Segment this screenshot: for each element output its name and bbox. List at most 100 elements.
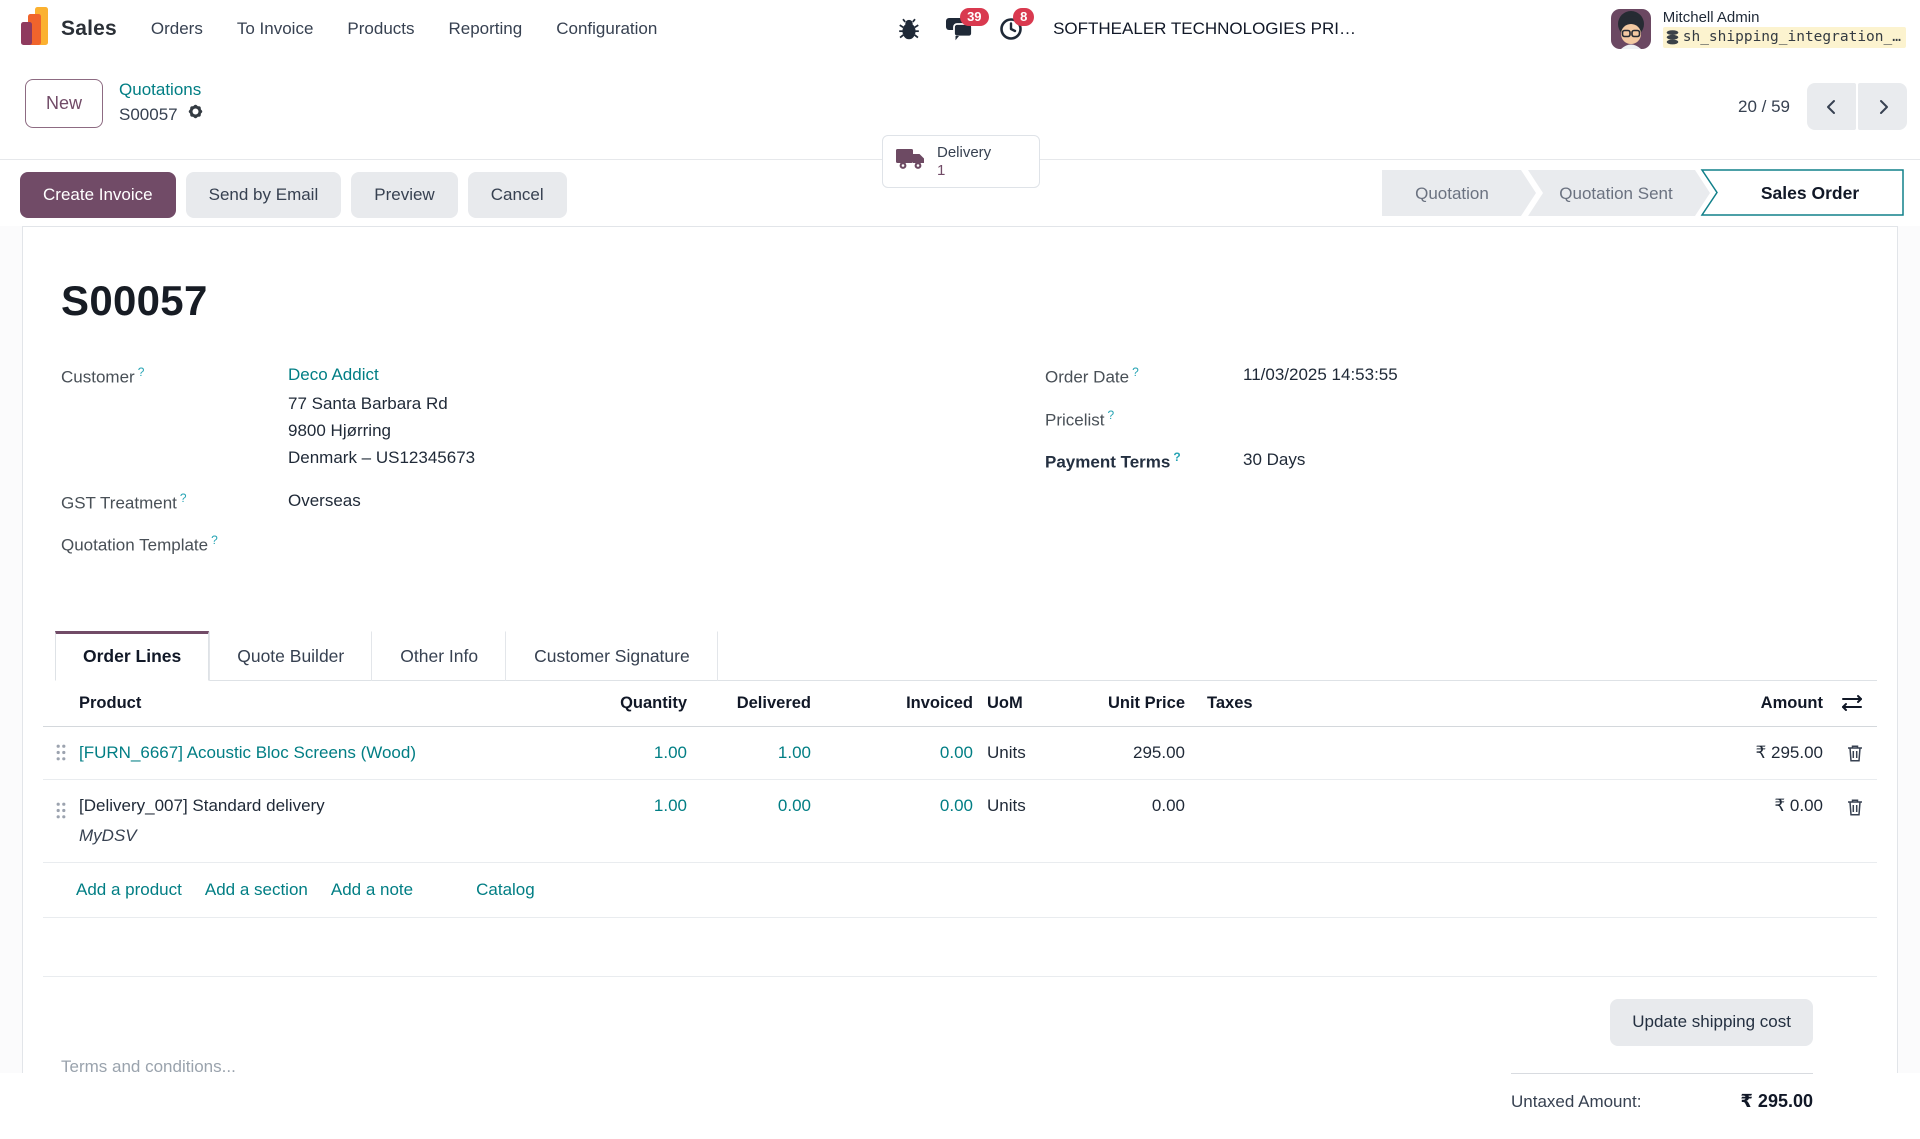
- pager-next-button[interactable]: [1858, 83, 1907, 130]
- col-amount[interactable]: Amount: [1475, 681, 1823, 726]
- tab-customer-signature[interactable]: Customer Signature: [506, 631, 718, 681]
- help-marker: ?: [1132, 365, 1139, 379]
- menu-reporting[interactable]: Reporting: [449, 19, 523, 39]
- unit-price-cell[interactable]: 295.00: [1045, 727, 1185, 779]
- statusbar-label-sales-order[interactable]: Sales Order: [1761, 183, 1859, 203]
- uom-cell[interactable]: Units: [973, 727, 1045, 779]
- chevron-left-icon: [1824, 99, 1840, 115]
- debug-bug-icon[interactable]: [898, 17, 920, 41]
- payment-terms-value[interactable]: 30 Days: [1243, 450, 1859, 473]
- right-field-group: Order Date? 11/03/2025 14:53:55 Pricelis…: [1045, 365, 1859, 576]
- delivery-smart-button[interactable]: Delivery 1: [882, 135, 1040, 188]
- app-name[interactable]: Sales: [61, 17, 117, 41]
- product-description[interactable]: MyDSV: [79, 826, 569, 846]
- sales-order-form: S00057 Customer? Deco Addict 77 Santa Ba…: [22, 226, 1898, 1073]
- quantity-cell[interactable]: 1.00: [569, 780, 687, 832]
- database-icon: [1666, 30, 1679, 45]
- add-a-product-link[interactable]: Add a product: [76, 880, 182, 900]
- pager-previous-button[interactable]: [1807, 83, 1856, 130]
- drag-handle-icon[interactable]: [43, 744, 79, 761]
- main-menu: Orders To Invoice Products Reporting Con…: [151, 19, 657, 39]
- gear-icon[interactable]: [186, 102, 205, 128]
- help-marker: ?: [1173, 450, 1180, 464]
- drag-handle-icon[interactable]: [43, 780, 79, 819]
- col-delivered[interactable]: Delivered: [687, 681, 811, 726]
- order-line-row[interactable]: [FURN_6667] Acoustic Bloc Screens (Wood)…: [43, 727, 1877, 780]
- customer-value[interactable]: Deco Addict: [288, 365, 875, 388]
- quotation-template-value[interactable]: [288, 533, 875, 556]
- statusbar-label-quotation-sent[interactable]: Quotation Sent: [1559, 184, 1673, 203]
- activities-badge: 8: [1013, 8, 1034, 26]
- delete-line-icon[interactable]: [1823, 744, 1877, 762]
- col-uom[interactable]: UoM: [973, 681, 1045, 726]
- statusbar-label-quotation[interactable]: Quotation: [1415, 184, 1489, 203]
- sheet-background: S00057 Customer? Deco Addict 77 Santa Ba…: [0, 226, 1920, 1073]
- order-lines-table: Product Quantity Delivered Invoiced UoM …: [43, 681, 1877, 918]
- cancel-button[interactable]: Cancel: [468, 172, 567, 218]
- database-name: sh_shipping_integration_…: [1663, 27, 1906, 48]
- breadcrumb-quotations[interactable]: Quotations: [119, 79, 205, 102]
- uom-cell[interactable]: Units: [973, 780, 1045, 832]
- user-avatar[interactable]: [1611, 9, 1651, 49]
- totals-block: Untaxed Amount: ₹ 295.00: [1511, 1073, 1813, 1112]
- help-marker: ?: [180, 491, 187, 505]
- truck-icon: [895, 146, 927, 177]
- order-line-row[interactable]: [Delivery_007] Standard delivery MyDSV 1…: [43, 780, 1877, 863]
- create-invoice-button[interactable]: Create Invoice: [20, 172, 176, 218]
- delivered-cell[interactable]: 0.00: [687, 780, 811, 832]
- pricelist-value[interactable]: [1243, 408, 1859, 431]
- terms-and-conditions-placeholder[interactable]: Terms and conditions...: [61, 1057, 236, 1077]
- menu-configuration[interactable]: Configuration: [556, 19, 657, 39]
- pager-counter: 20 / 59: [1738, 97, 1790, 117]
- user-name: Mitchell Admin: [1663, 9, 1906, 28]
- preview-button[interactable]: Preview: [351, 172, 457, 218]
- quotation-template-label: Quotation Template?: [61, 533, 288, 556]
- add-a-section-link[interactable]: Add a section: [205, 880, 308, 900]
- address-line: Denmark – US12345673: [288, 444, 875, 471]
- invoiced-cell[interactable]: 0.00: [811, 727, 973, 779]
- product-name[interactable]: [Delivery_007] Standard delivery: [79, 796, 569, 816]
- order-date-value[interactable]: 11/03/2025 14:53:55: [1243, 365, 1859, 388]
- delete-line-icon[interactable]: [1823, 780, 1877, 816]
- send-by-email-button[interactable]: Send by Email: [186, 172, 342, 218]
- col-unit-price[interactable]: Unit Price: [1045, 681, 1185, 726]
- tab-quote-builder[interactable]: Quote Builder: [209, 631, 372, 681]
- product-cell[interactable]: [Delivery_007] Standard delivery MyDSV: [79, 780, 569, 862]
- taxes-cell[interactable]: [1185, 780, 1475, 812]
- delivered-cell[interactable]: 1.00: [687, 727, 811, 779]
- delivery-label: Delivery: [937, 144, 991, 161]
- menu-to-invoice[interactable]: To Invoice: [237, 19, 314, 39]
- menu-orders[interactable]: Orders: [151, 19, 203, 39]
- notebook-tabs: Order Lines Quote Builder Other Info Cus…: [55, 630, 1877, 681]
- company-switcher[interactable]: SOFTHEALER TECHNOLOGIES PRI…: [1053, 19, 1356, 39]
- taxes-cell[interactable]: [1185, 737, 1475, 769]
- col-product[interactable]: Product: [79, 681, 569, 726]
- col-quantity[interactable]: Quantity: [569, 681, 687, 726]
- update-shipping-cost-button[interactable]: Update shipping cost: [1610, 999, 1813, 1046]
- activities-clock-icon[interactable]: 8: [999, 17, 1023, 41]
- invoiced-cell[interactable]: 0.00: [811, 780, 973, 832]
- messages-icon[interactable]: 39: [946, 17, 973, 41]
- col-invoiced[interactable]: Invoiced: [811, 681, 973, 726]
- product-cell[interactable]: [FURN_6667] Acoustic Bloc Screens (Wood): [79, 727, 569, 779]
- app-brand[interactable]: Sales: [20, 5, 117, 52]
- address-line: 77 Santa Barbara Rd: [288, 390, 875, 417]
- optional-columns-icon[interactable]: [1823, 694, 1877, 712]
- catalog-link[interactable]: Catalog: [476, 880, 535, 900]
- order-date-label: Order Date?: [1045, 365, 1243, 388]
- untaxed-amount-label: Untaxed Amount:: [1511, 1092, 1641, 1112]
- tab-order-lines[interactable]: Order Lines: [55, 631, 209, 681]
- unit-price-cell[interactable]: 0.00: [1045, 780, 1185, 832]
- quantity-cell[interactable]: 1.00: [569, 727, 687, 779]
- user-menu[interactable]: Mitchell Admin sh_shipping_integration_…: [1571, 9, 1906, 49]
- col-taxes[interactable]: Taxes: [1185, 681, 1475, 726]
- help-marker: ?: [138, 365, 145, 379]
- control-panel: New Quotations S00057: [0, 57, 1920, 160]
- new-button[interactable]: New: [25, 79, 103, 128]
- menu-products[interactable]: Products: [347, 19, 414, 39]
- gst-treatment-value[interactable]: Overseas: [288, 491, 875, 514]
- tab-other-info[interactable]: Other Info: [372, 631, 506, 681]
- odoo-apps-logo[interactable]: [20, 5, 50, 52]
- payment-terms-label: Payment Terms?: [1045, 450, 1243, 473]
- add-a-note-link[interactable]: Add a note: [331, 880, 413, 900]
